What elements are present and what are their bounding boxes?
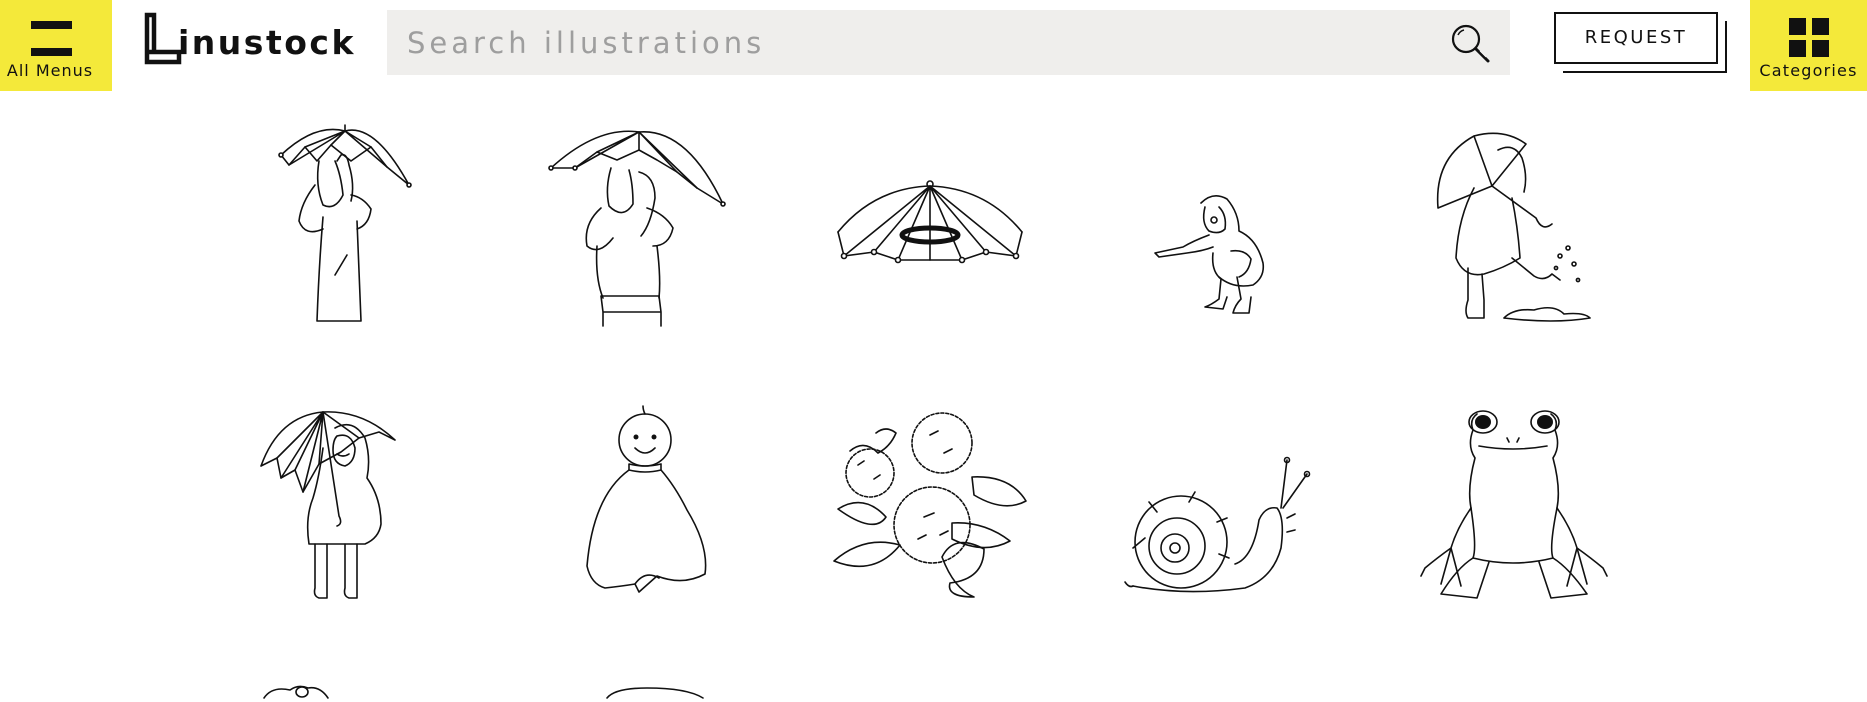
illustration-partial[interactable] bbox=[606, 683, 704, 699]
request-button[interactable]: REQUEST bbox=[1554, 12, 1718, 64]
illustration-umbrella-woman[interactable] bbox=[547, 128, 727, 327]
logo-text[interactable]: inustock bbox=[178, 26, 356, 59]
illustration-frog[interactable] bbox=[1417, 408, 1613, 600]
grid-icon-square bbox=[1812, 18, 1829, 35]
illustration-hydrangea[interactable] bbox=[833, 412, 1027, 598]
illustration-umbrella-person[interactable] bbox=[275, 124, 415, 325]
hamburger-icon-bar bbox=[31, 48, 72, 56]
site-header: All Menus inustock REQUEST Categories bbox=[0, 0, 1867, 92]
grid-icon bbox=[1789, 18, 1806, 35]
illustration-raincoat-child-crouching[interactable] bbox=[1153, 193, 1293, 321]
logo-icon[interactable] bbox=[142, 12, 182, 67]
search-icon[interactable] bbox=[1447, 20, 1495, 68]
illustration-teru-teru-bozu[interactable] bbox=[583, 405, 713, 596]
illustration-snail[interactable] bbox=[1124, 456, 1321, 596]
illustration-raincoat-child-splashing[interactable] bbox=[1434, 128, 1594, 323]
search-bar bbox=[387, 10, 1510, 75]
grid-icon-square bbox=[1812, 40, 1829, 57]
illustration-frog-partial[interactable] bbox=[263, 683, 329, 699]
categories-label: Categories bbox=[1759, 61, 1858, 80]
hamburger-icon bbox=[31, 21, 72, 29]
categories-button[interactable]: Categories bbox=[1750, 0, 1867, 91]
search-input[interactable] bbox=[387, 10, 1427, 75]
illustration-umbrella-hat[interactable] bbox=[834, 180, 1026, 270]
illustration-raincoat-child-umbrella[interactable] bbox=[259, 408, 403, 600]
all-menus-button[interactable]: All Menus bbox=[0, 0, 112, 91]
grid-icon-square bbox=[1789, 40, 1806, 57]
all-menus-label: All Menus bbox=[6, 61, 94, 80]
